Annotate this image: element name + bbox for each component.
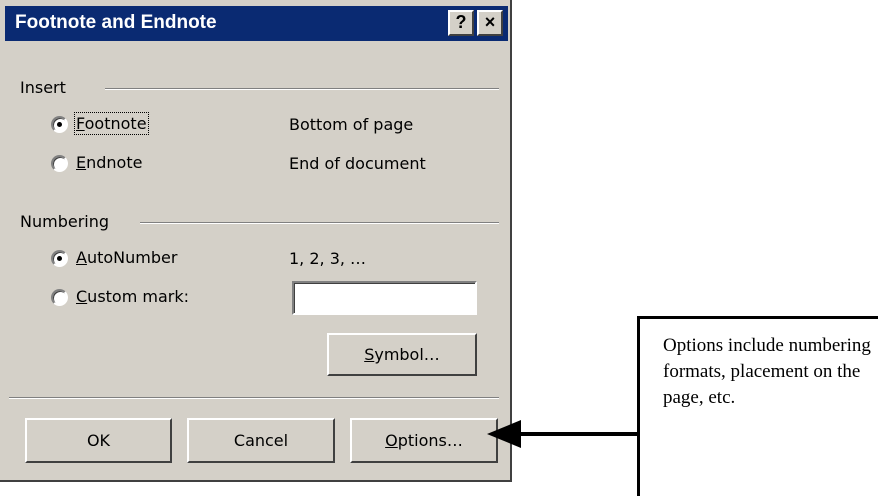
footnote-label[interactable]: Footnote — [74, 112, 149, 135]
endnote-placement-text: End of document — [289, 154, 426, 173]
window-title: Footnote and Endnote — [15, 12, 217, 33]
cancel-button[interactable]: Cancel — [187, 418, 335, 463]
ok-button[interactable]: OK — [25, 418, 172, 463]
custom-mark-radio[interactable] — [51, 289, 68, 306]
numbering-group-title: Numbering — [20, 212, 118, 231]
footnote-placement-text: Bottom of page — [289, 115, 414, 134]
footnote-endnote-dialog: Footnote and Endnote ? × Insert Footnote… — [0, 0, 512, 482]
help-icon: ? — [455, 12, 467, 32]
title-bar[interactable]: Footnote and Endnote ? × — [5, 6, 508, 41]
options-button[interactable]: Options… — [350, 418, 498, 463]
custom-mark-input[interactable] — [292, 281, 477, 315]
button-separator — [9, 397, 499, 399]
close-button[interactable]: × — [477, 10, 503, 36]
callout-text: Options include numbering formats, place… — [663, 335, 871, 408]
symbol-button[interactable]: Symbol… — [327, 333, 477, 376]
numbering-group-divider — [140, 222, 499, 224]
help-button[interactable]: ? — [448, 10, 474, 36]
insert-group-title: Insert — [20, 78, 74, 97]
autonumber-radio[interactable] — [51, 250, 68, 267]
callout-arrow-head — [487, 420, 521, 448]
endnote-radio[interactable] — [51, 155, 68, 172]
insert-group-divider — [105, 88, 499, 90]
endnote-label[interactable]: Endnote — [76, 153, 142, 172]
footnote-radio[interactable] — [51, 116, 68, 133]
callout-arrow-line — [520, 432, 638, 436]
autonumber-label[interactable]: AutoNumber — [76, 248, 177, 267]
autonumber-sequence-text: 1, 2, 3, … — [289, 249, 367, 268]
close-icon: × — [484, 12, 496, 32]
custom-mark-label[interactable]: Custom mark: — [76, 287, 189, 306]
